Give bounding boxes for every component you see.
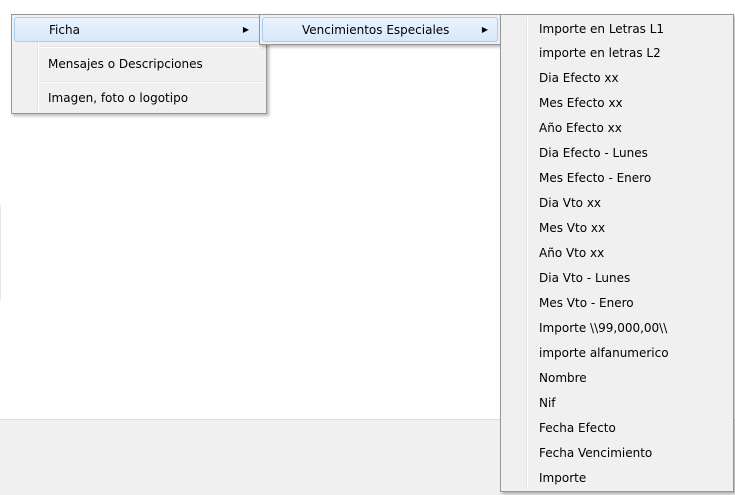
submenu-arrow-icon: ▶ bbox=[242, 25, 249, 34]
menu-item-label: Mes Efecto - Enero bbox=[539, 171, 652, 185]
menu-item-label: importe en letras L2 bbox=[539, 46, 661, 60]
menu-item-label: Mes Efecto xx bbox=[539, 96, 623, 110]
menu-item-mes-efecto-xx[interactable]: Mes Efecto xx bbox=[503, 91, 731, 115]
menu-item-label: Importe en Letras L1 bbox=[539, 22, 665, 36]
menu-item-nif[interactable]: Nif bbox=[503, 391, 731, 415]
menu-item-vencimientos-especiales[interactable]: Vencimientos Especiales ▶ bbox=[262, 17, 498, 42]
menu-item-label: Importe \\99,000,00\\ bbox=[539, 321, 668, 335]
menu-item-label: Imagen, foto o logotipo bbox=[48, 90, 189, 105]
menu-item-dia-efecto-lunes[interactable]: Dia Efecto - Lunes bbox=[503, 141, 731, 165]
context-menu-level3: Importe en Letras L1 importe en letras L… bbox=[500, 14, 734, 492]
menu-item-label: Mes Vto - Enero bbox=[539, 296, 634, 310]
menu-item-importe-letras-l2[interactable]: importe en letras L2 bbox=[503, 41, 731, 65]
context-menu-level2: Vencimientos Especiales ▶ bbox=[259, 14, 501, 45]
menu-item-label: Fecha Vencimiento bbox=[539, 446, 653, 460]
menu-item-imagen[interactable]: Imagen, foto o logotipo bbox=[14, 85, 264, 110]
menu-item-label: Año Efecto xx bbox=[539, 121, 622, 135]
menu-item-ano-vto-xx[interactable]: Año Vto xx bbox=[503, 241, 731, 265]
menu-item-label: Vencimientos Especiales bbox=[302, 22, 450, 37]
menu-item-label: Dia Efecto xx bbox=[539, 71, 619, 85]
menu-item-label: Dia Vto xx bbox=[539, 196, 602, 210]
menu-item-mensajes[interactable]: Mensajes o Descripciones bbox=[14, 50, 264, 78]
menu-item-label: Dia Vto - Lunes bbox=[539, 271, 631, 285]
menu-item-importe-letras-l1[interactable]: Importe en Letras L1 bbox=[503, 17, 731, 41]
menu-separator bbox=[39, 46, 263, 48]
window-left-edge bbox=[0, 205, 1, 300]
menu-item-mes-efecto-enero[interactable]: Mes Efecto - Enero bbox=[503, 166, 731, 190]
menu-item-dia-vto-xx[interactable]: Dia Vto xx bbox=[503, 191, 731, 215]
menu-item-label: Nombre bbox=[539, 371, 587, 385]
menu-separator bbox=[39, 81, 263, 83]
menu-item-label: Ficha bbox=[49, 22, 80, 37]
context-menu-level1: Ficha ▶ Mensajes o Descripciones Imagen,… bbox=[11, 14, 267, 114]
menu-item-label: Importe bbox=[539, 471, 587, 485]
menu-item-label: Nif bbox=[539, 396, 556, 410]
menu-item-nombre[interactable]: Nombre bbox=[503, 366, 731, 390]
menu-item-fecha-efecto[interactable]: Fecha Efecto bbox=[503, 416, 731, 440]
menu-item-dia-vto-lunes[interactable]: Dia Vto - Lunes bbox=[503, 266, 731, 290]
menu-item-mes-vto-enero[interactable]: Mes Vto - Enero bbox=[503, 291, 731, 315]
menu-item-label: Fecha Efecto bbox=[539, 421, 616, 435]
menu-item-label: Mensajes o Descripciones bbox=[48, 57, 203, 71]
menu-item-label: importe alfanumerico bbox=[539, 346, 669, 360]
menu-item-importe[interactable]: Importe bbox=[503, 466, 731, 490]
menu-item-ficha[interactable]: Ficha ▶ bbox=[14, 17, 264, 42]
menu-item-label: Año Vto xx bbox=[539, 246, 605, 260]
menu-item-importe-alfanumerico[interactable]: importe alfanumerico bbox=[503, 341, 731, 365]
menu-item-label: Dia Efecto - Lunes bbox=[539, 146, 648, 160]
submenu-arrow-icon: ▶ bbox=[481, 25, 488, 34]
menu-item-ano-efecto-xx[interactable]: Año Efecto xx bbox=[503, 116, 731, 140]
menu-item-mes-vto-xx[interactable]: Mes Vto xx bbox=[503, 216, 731, 240]
menu-item-importe-formato[interactable]: Importe \\99,000,00\\ bbox=[503, 316, 731, 340]
menu-item-fecha-vencimiento[interactable]: Fecha Vencimiento bbox=[503, 441, 731, 465]
menu-item-label: Mes Vto xx bbox=[539, 221, 606, 235]
menu-item-dia-efecto-xx[interactable]: Dia Efecto xx bbox=[503, 66, 731, 90]
